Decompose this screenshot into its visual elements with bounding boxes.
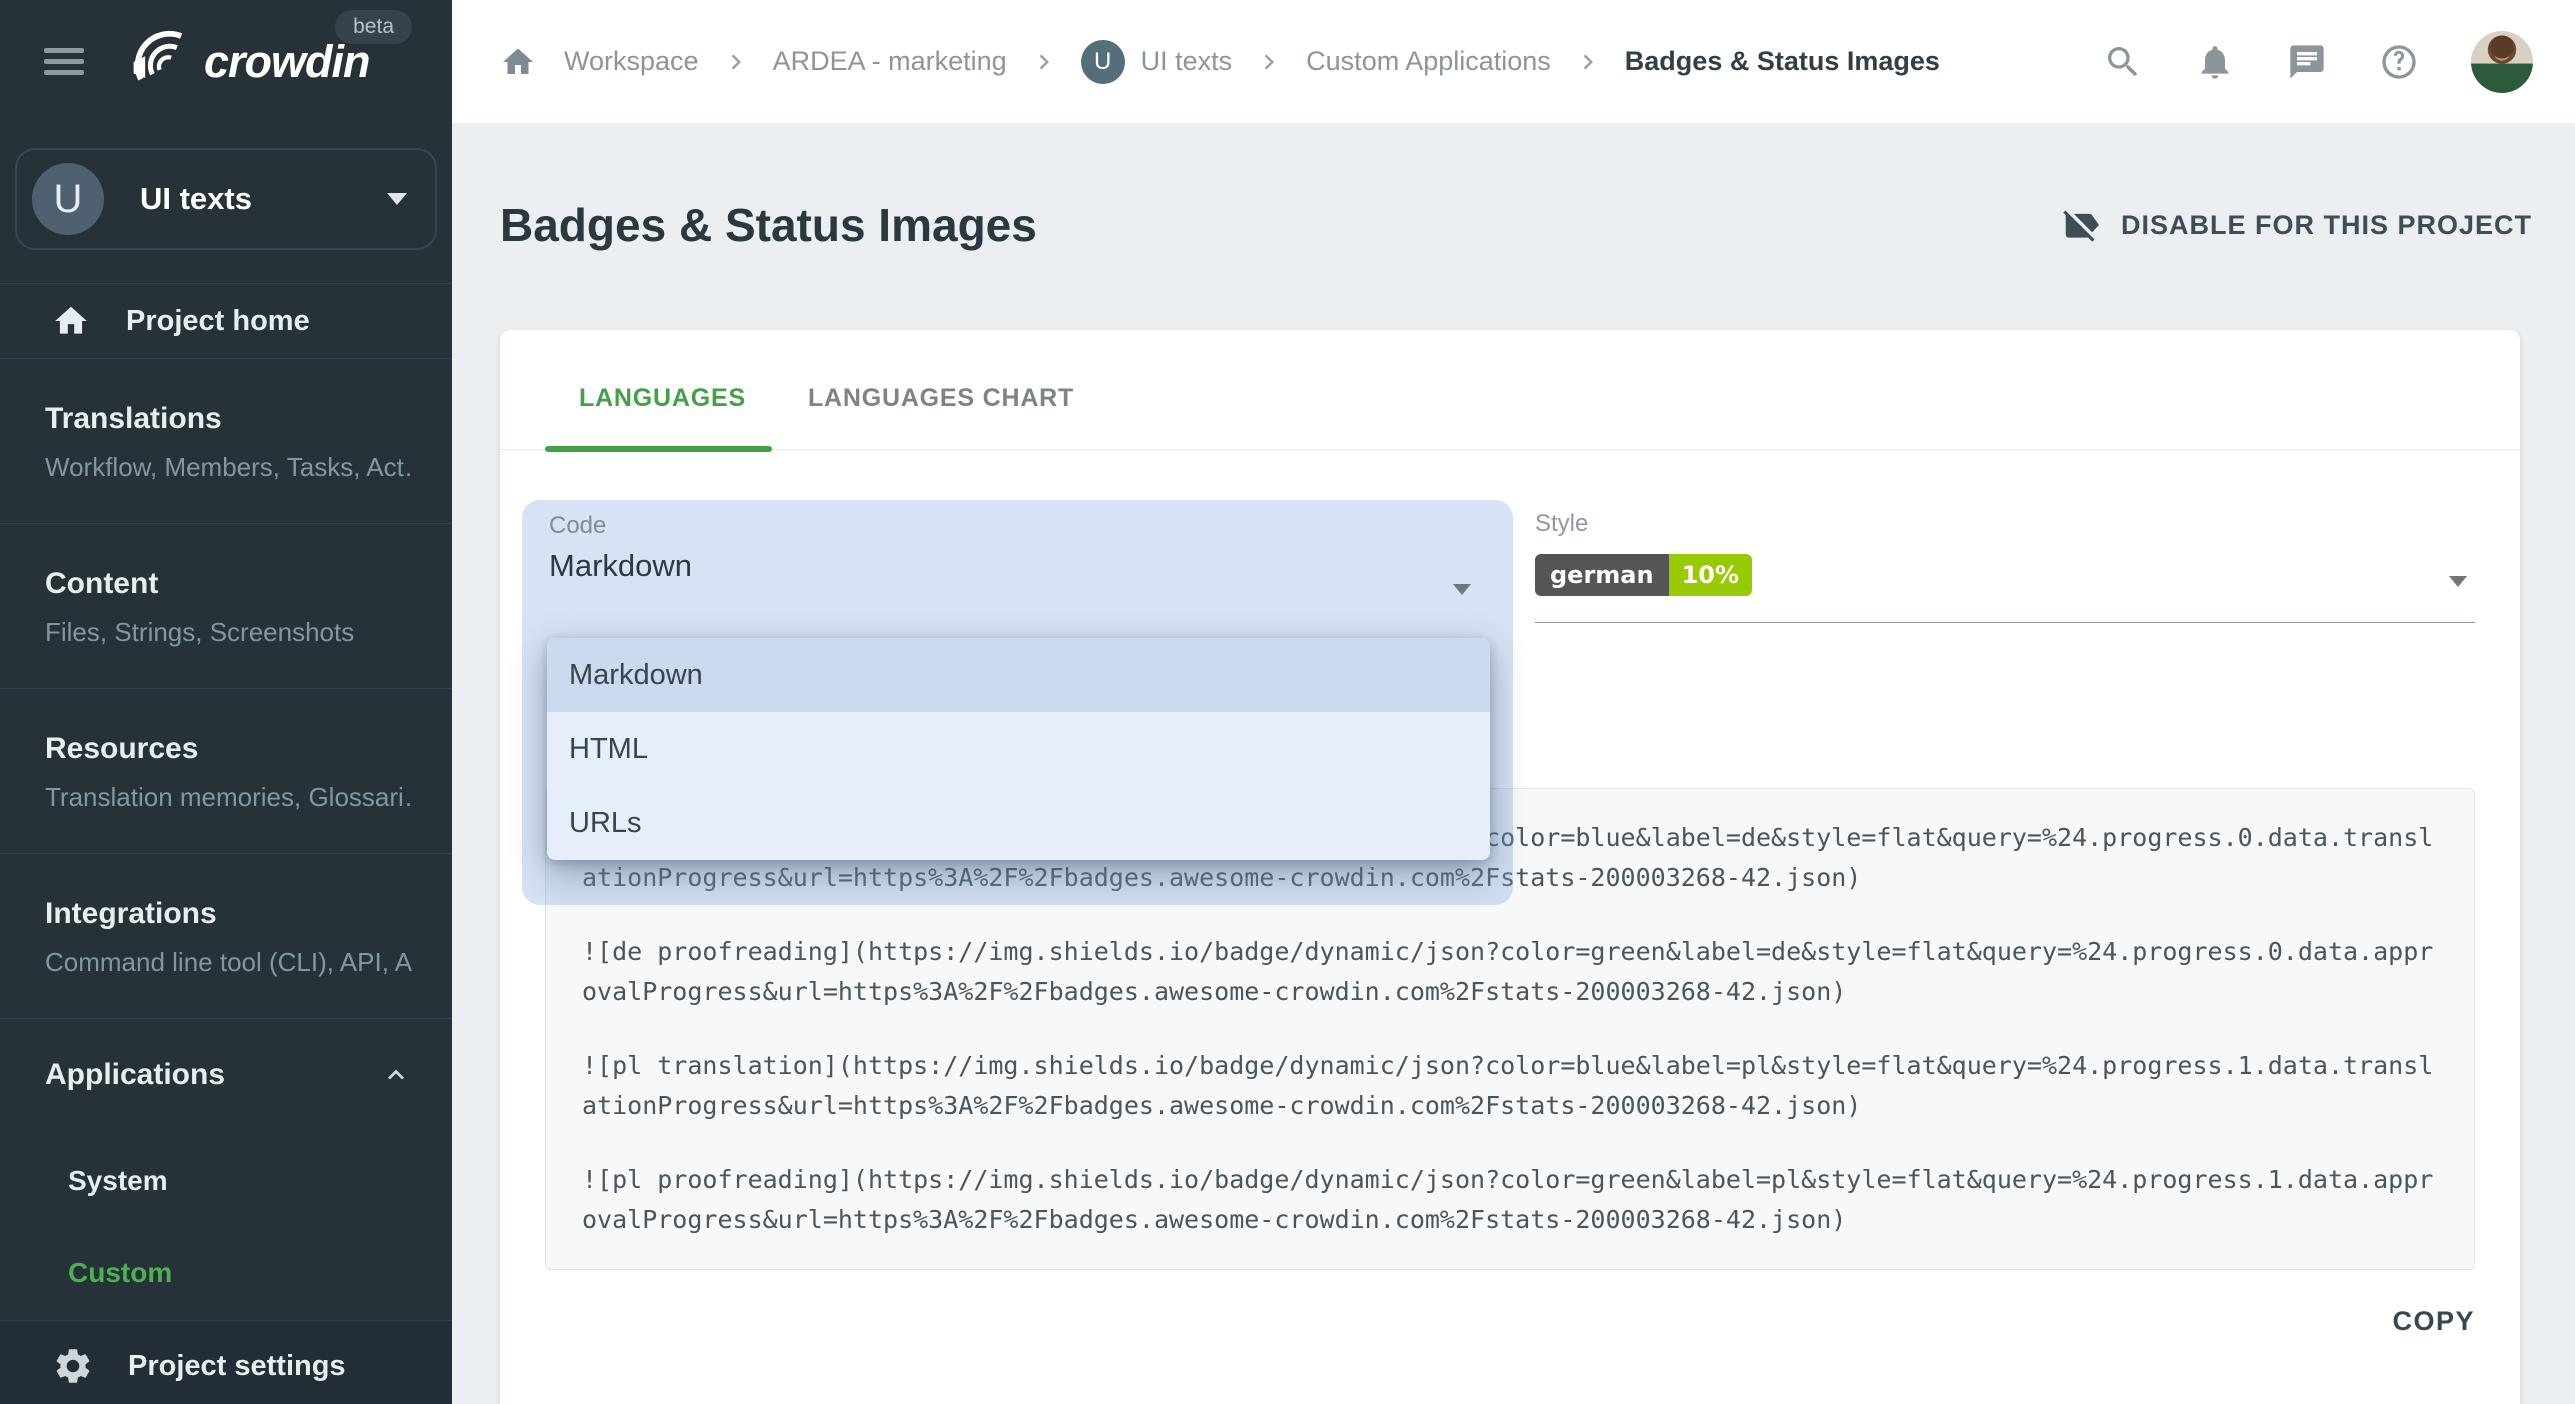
applications-header[interactable]: Applications [45, 1055, 412, 1095]
top-bar: Workspace ARDEA - marketing U UI texts C… [452, 0, 2575, 123]
code-line: ![pl translation](https://img.shields.io… [582, 1046, 2438, 1126]
active-tab-indicator [545, 446, 772, 452]
code-select-open[interactable]: Code Markdown Markdown HTML URLs [522, 500, 1513, 905]
bell-icon [2195, 42, 2235, 82]
help-button[interactable] [2379, 42, 2419, 82]
page-header: Badges & Status Images DISABLE FOR THIS … [500, 198, 2532, 252]
sidebar-item-content[interactable]: Content Files, Strings, Screenshots [0, 524, 452, 688]
code-line: ![de proofreading](https://img.shields.i… [582, 932, 2438, 1012]
chevron-right-icon [1232, 47, 1306, 77]
menu-item-urls[interactable]: URLs [547, 786, 1490, 860]
sidebar-section-subtitle: Translation memories, Glossari… [45, 782, 412, 813]
sidebar-section-subtitle: Command line tool (CLI), API, A… [45, 947, 412, 978]
main-content: Badges & Status Images DISABLE FOR THIS … [452, 123, 2575, 1404]
sidebar-item-integrations[interactable]: Integrations Command line tool (CLI), AP… [0, 854, 452, 1018]
breadcrumb-item-project-group[interactable]: ARDEA - marketing [773, 46, 1007, 77]
badge-language-label: german [1535, 554, 1669, 596]
messages-button[interactable] [2287, 42, 2327, 82]
copy-row: COPY [545, 1306, 2475, 1337]
label-off-icon [2061, 206, 2099, 244]
project-avatar: U [1081, 40, 1125, 84]
user-avatar[interactable] [2471, 31, 2533, 93]
breadcrumb-item-project[interactable]: U UI texts [1081, 40, 1233, 84]
logo-wordmark: crowdin [204, 36, 370, 88]
chevron-right-icon [699, 47, 773, 77]
sidebar-item-label: Project settings [128, 1350, 346, 1383]
code-select-menu: Markdown HTML URLs [547, 638, 1490, 860]
menu-icon[interactable] [44, 48, 84, 75]
home-icon [52, 302, 90, 340]
sidebar-section-title: Translations [45, 399, 412, 439]
sidebar-section-title: Content [45, 564, 412, 604]
sidebar-item-label: Project home [126, 305, 310, 338]
notifications-button[interactable] [2195, 42, 2235, 82]
chevron-down-icon [1453, 584, 1471, 595]
sidebar-logo-row: crowdin beta [0, 0, 452, 123]
project-avatar: U [32, 163, 104, 235]
tabs: LANGUAGES LANGUAGES CHART [500, 330, 2520, 450]
sidebar-item-project-settings[interactable]: Project settings [0, 1320, 452, 1404]
code-select-value: Markdown [549, 548, 692, 584]
sidebar-section-subtitle: Files, Strings, Screenshots [45, 617, 412, 648]
copy-button[interactable]: COPY [2392, 1306, 2475, 1337]
badges-card: LANGUAGES LANGUAGES CHART Style german 1… [500, 330, 2520, 1404]
help-icon [2379, 42, 2419, 82]
tab-languages[interactable]: LANGUAGES [545, 384, 780, 449]
chevron-right-icon [1551, 47, 1625, 77]
style-select-label: Style [1535, 510, 2475, 538]
chevron-up-icon [380, 1059, 412, 1091]
beta-badge: beta [335, 10, 412, 44]
sidebar-item-system[interactable]: System [68, 1165, 412, 1197]
crowdin-logo-icon [122, 26, 200, 98]
search-button[interactable] [2103, 42, 2143, 82]
sidebar: crowdin beta U UI texts Project home Tra… [0, 0, 452, 1404]
sidebar-item-project-home[interactable]: Project home [0, 284, 452, 358]
chevron-right-icon [1007, 47, 1081, 77]
sidebar-section-title: Resources [45, 729, 412, 769]
gear-icon [52, 1345, 94, 1387]
code-line: ![pl proofreading](https://img.shields.i… [582, 1160, 2438, 1240]
top-actions [2103, 31, 2533, 93]
sidebar-item-custom[interactable]: Custom [68, 1257, 412, 1289]
disable-project-button[interactable]: DISABLE FOR THIS PROJECT [2061, 206, 2532, 244]
badge-progress-value: 10% [1669, 554, 1752, 596]
breadcrumb: Workspace ARDEA - marketing U UI texts C… [500, 40, 1940, 84]
status-badge: german 10% [1535, 554, 1752, 596]
search-icon [2103, 42, 2143, 82]
project-name: UI texts [140, 181, 351, 217]
app-window: crowdin beta U UI texts Project home Tra… [0, 0, 2575, 1404]
breadcrumb-item-label: UI texts [1141, 46, 1233, 77]
style-select[interactable]: Style german 10% [1535, 498, 2475, 623]
breadcrumb-item-workspace[interactable]: Workspace [564, 46, 699, 77]
sidebar-item-translations[interactable]: Translations Workflow, Members, Tasks, A… [0, 359, 452, 523]
breadcrumb-item-current: Badges & Status Images [1625, 46, 1940, 77]
tab-languages-chart[interactable]: LANGUAGES CHART [808, 384, 1074, 449]
sidebar-item-applications: Applications System Custom [0, 1019, 452, 1320]
crowdin-logo[interactable]: crowdin [122, 26, 370, 98]
sidebar-section-subtitle: Workflow, Members, Tasks, Act… [45, 452, 412, 483]
sidebar-section-title: Applications [45, 1055, 225, 1095]
page-title: Badges & Status Images [500, 198, 1037, 252]
sidebar-section-title: Integrations [45, 894, 412, 934]
menu-item-markdown[interactable]: Markdown [547, 638, 1490, 712]
sidebar-item-resources[interactable]: Resources Translation memories, Glossari… [0, 689, 452, 853]
breadcrumb-item-custom-applications[interactable]: Custom Applications [1306, 46, 1551, 77]
home-icon[interactable] [500, 44, 564, 80]
chevron-down-icon [2449, 576, 2467, 587]
disable-button-label: DISABLE FOR THIS PROJECT [2121, 210, 2532, 241]
chevron-down-icon [387, 193, 407, 205]
chat-icon [2287, 42, 2327, 82]
project-selector[interactable]: U UI texts [15, 148, 437, 250]
menu-item-html[interactable]: HTML [547, 712, 1490, 786]
code-select-label: Code [549, 512, 606, 540]
